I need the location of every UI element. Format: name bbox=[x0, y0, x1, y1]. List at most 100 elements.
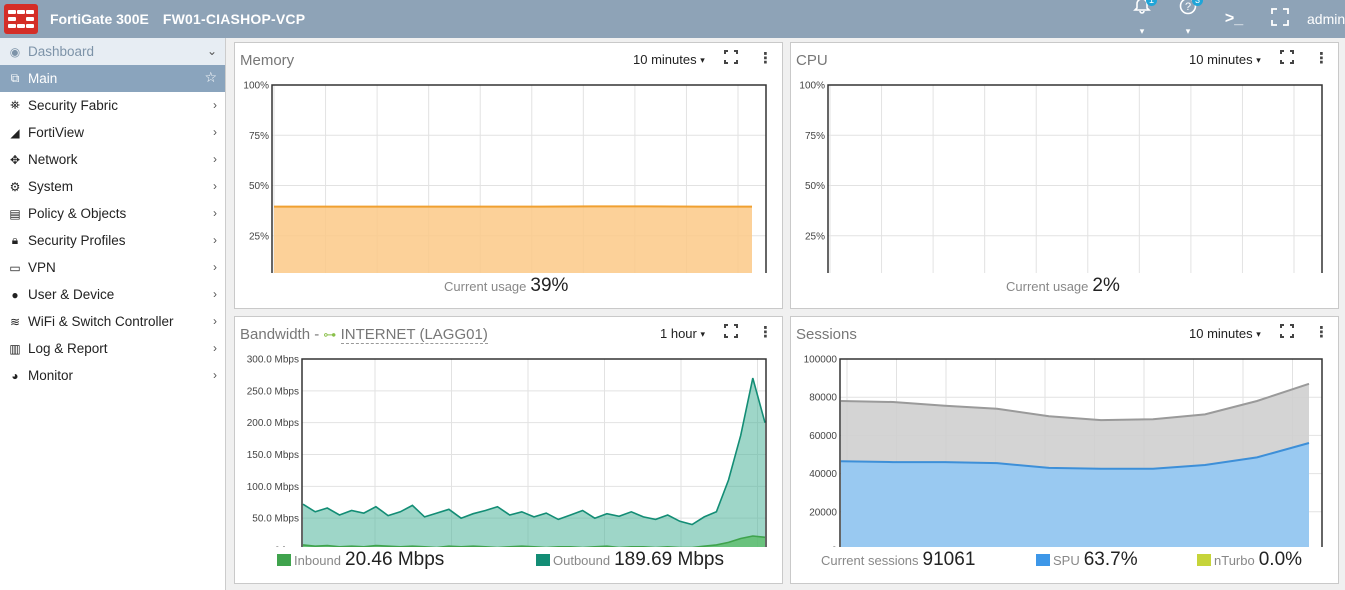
sidebar-item-dashboard[interactable]: ◉ Dashboard ⌄ bbox=[0, 38, 225, 65]
widget-title: Memory bbox=[240, 52, 295, 69]
sidebar-item-log-report[interactable]: ▥ Log & Report › bbox=[0, 335, 225, 362]
y-tick-label: 250.0 Mbps bbox=[247, 386, 299, 397]
sidebar-item-label: VPN bbox=[28, 260, 56, 275]
sidebar-item-label: Security Fabric bbox=[28, 98, 119, 113]
expand-icon[interactable] bbox=[1280, 324, 1294, 338]
inbound-swatch bbox=[277, 554, 291, 566]
chevron-right-icon: › bbox=[213, 98, 217, 112]
y-tick-label: 50.0 Mbps bbox=[252, 514, 299, 525]
fortinet-logo-icon[interactable] bbox=[4, 4, 38, 34]
star-icon[interactable]: ☆ bbox=[204, 69, 217, 86]
interface-aggregate-icon: ⊶ bbox=[323, 327, 337, 342]
more-options-icon[interactable]: ⋮ bbox=[1314, 49, 1329, 67]
y-tick-label: 150.0 Mbps bbox=[247, 450, 299, 461]
y-tick-label: 100000 bbox=[804, 355, 838, 366]
outbound-legend: Outbound 189.69 Mbps bbox=[536, 549, 724, 571]
sidebar-item-wifi-switch[interactable]: ≋ WiFi & Switch Controller › bbox=[0, 308, 225, 335]
cli-console-icon[interactable]: >_ bbox=[1221, 10, 1247, 28]
sidebar-item-main[interactable]: ⧉ Main ☆ bbox=[0, 65, 225, 92]
time-range-dropdown[interactable]: 10 minutes ▾ bbox=[1189, 326, 1261, 341]
help-count: 3 bbox=[1191, 0, 1203, 6]
y-tick-label: 200.0 Mbps bbox=[247, 418, 299, 429]
pie-icon: ◕ bbox=[11, 368, 19, 383]
y-tick-label: 300.0 Mbps bbox=[247, 355, 299, 366]
sidebar-item-fortiview[interactable]: ◢ FortiView › bbox=[0, 119, 225, 146]
sidebar-item-label: Main bbox=[28, 71, 58, 86]
sidebar-item-label: Security Profiles bbox=[28, 233, 126, 248]
help-icon[interactable]: ? 3 ▾ bbox=[1175, 0, 1203, 41]
chevron-right-icon: › bbox=[213, 341, 217, 355]
memory-chart: 0%25%50%75%100%00:5100:5200:5300:5400:55… bbox=[235, 73, 784, 303]
device-model: FortiGate 300E bbox=[50, 11, 149, 27]
top-bar: FortiGate 300E FW01-CIASHOP-VCP 1 ▾ ? 3 … bbox=[0, 0, 1345, 38]
sidebar-item-label: WiFi & Switch Controller bbox=[28, 314, 174, 329]
y-tick-label: 80000 bbox=[809, 393, 837, 404]
widget-title: Sessions bbox=[796, 326, 857, 343]
sidebar-item-label: Monitor bbox=[28, 368, 74, 383]
sidebar-item-system[interactable]: ⚙ System › bbox=[0, 173, 225, 200]
nturbo-legend: nTurbo 0.0% bbox=[1197, 549, 1302, 571]
y-tick-label: 40000 bbox=[809, 469, 837, 480]
sidebar-item-vpn[interactable]: ▭ VPN › bbox=[0, 254, 225, 281]
y-tick-label: 100% bbox=[243, 81, 269, 92]
bandwidth-chart: 0 bps 50.0 Mbps 100.0 Mbps 150.0 Mbps 200.0 … bbox=[235, 347, 784, 568]
sidebar-item-policy-objects[interactable]: ▤ Policy & Objects › bbox=[0, 200, 225, 227]
chart-svg: 0%25%50%75%100%00:5100:5200:5300:5400:55… bbox=[799, 81, 1323, 303]
current-sessions: Current sessions 91061 bbox=[821, 549, 976, 570]
sidebar-item-user-device[interactable]: ● User & Device › bbox=[0, 281, 225, 308]
policy-icon: ▤ bbox=[9, 206, 21, 221]
dashboard-icon: ◉ bbox=[9, 44, 21, 59]
time-range-dropdown[interactable]: 1 hour ▾ bbox=[660, 326, 705, 341]
sidebar-item-network[interactable]: ✥ Network › bbox=[0, 146, 225, 173]
notification-bell-icon[interactable]: 1 ▾ bbox=[1129, 0, 1157, 41]
network-icon: ✥ bbox=[9, 152, 21, 167]
wifi-icon: ≋ bbox=[9, 314, 21, 329]
memory-widget: Memory 10 minutes ▾ ⋮ 0%25%50%75%100%00:… bbox=[234, 42, 783, 309]
lock-icon: 🔒︎ bbox=[11, 233, 19, 247]
chevron-right-icon: › bbox=[213, 206, 217, 220]
sessions-chart: 02000040000600008000010000000:5100:5200:… bbox=[791, 347, 1340, 567]
chevron-right-icon: › bbox=[213, 125, 217, 139]
expand-icon[interactable] bbox=[724, 324, 738, 338]
chart-svg: 0 bps 50.0 Mbps 100.0 Mbps 150.0 Mbps 200.0 … bbox=[247, 355, 771, 568]
sidebar-item-label: Log & Report bbox=[28, 341, 108, 356]
more-options-icon[interactable]: ⋮ bbox=[758, 49, 773, 67]
notification-count: 1 bbox=[1145, 0, 1157, 6]
nturbo-swatch bbox=[1197, 554, 1211, 566]
sidebar-item-label: Network bbox=[28, 152, 78, 167]
memory-current-usage: Current usage 39% bbox=[444, 275, 569, 296]
svg-text:?: ? bbox=[1185, 1, 1191, 13]
y-tick-label: 0 bps bbox=[275, 546, 299, 548]
sidebar: ◉ Dashboard ⌄ ⧉ Main ☆ ⛯ Security Fabric… bbox=[0, 38, 226, 590]
chart-icon: ◢ bbox=[10, 125, 20, 140]
time-range-dropdown[interactable]: 10 minutes ▾ bbox=[1189, 52, 1261, 67]
y-tick-label: 25% bbox=[249, 231, 269, 242]
user-icon: ● bbox=[11, 287, 19, 302]
fullscreen-icon[interactable] bbox=[1267, 7, 1293, 31]
time-range-dropdown[interactable]: 10 minutes ▾ bbox=[633, 52, 705, 67]
more-options-icon[interactable]: ⋮ bbox=[1314, 323, 1329, 341]
fabric-icon: ⛯ bbox=[10, 98, 20, 112]
chevron-right-icon: › bbox=[213, 260, 217, 274]
chevron-right-icon: › bbox=[213, 314, 217, 328]
sidebar-item-label: User & Device bbox=[28, 287, 115, 302]
y-tick-label: 100.0 Mbps bbox=[247, 482, 299, 493]
sidebar-item-security-profiles[interactable]: 🔒︎ Security Profiles › bbox=[0, 227, 225, 254]
more-options-icon[interactable]: ⋮ bbox=[758, 323, 773, 341]
cpu-widget: CPU 10 minutes ▾ ⋮ 0%25%50%75%100%00:510… bbox=[790, 42, 1339, 309]
expand-icon[interactable] bbox=[1280, 50, 1294, 64]
user-menu[interactable]: admin bbox=[1307, 11, 1345, 27]
expand-icon[interactable] bbox=[724, 50, 738, 64]
outbound-line bbox=[302, 377, 766, 526]
chevron-down-icon: ⌄ bbox=[206, 44, 217, 58]
sidebar-item-label: System bbox=[28, 179, 74, 194]
spu-swatch bbox=[1036, 554, 1050, 566]
sidebar-item-security-fabric[interactable]: ⛯ Security Fabric › bbox=[0, 92, 225, 119]
main-icon: ⧉ bbox=[10, 71, 20, 85]
cpu-chart: 0%25%50%75%100%00:5100:5200:5300:5400:55… bbox=[791, 73, 1340, 303]
sidebar-item-monitor[interactable]: ◕ Monitor › bbox=[0, 362, 225, 389]
y-tick-label: 100% bbox=[799, 81, 825, 92]
inbound-legend: Inbound 20.46 Mbps bbox=[277, 549, 444, 571]
interface-link[interactable]: INTERNET (LAGG01) bbox=[340, 326, 488, 344]
widget-title: CPU bbox=[796, 52, 828, 69]
